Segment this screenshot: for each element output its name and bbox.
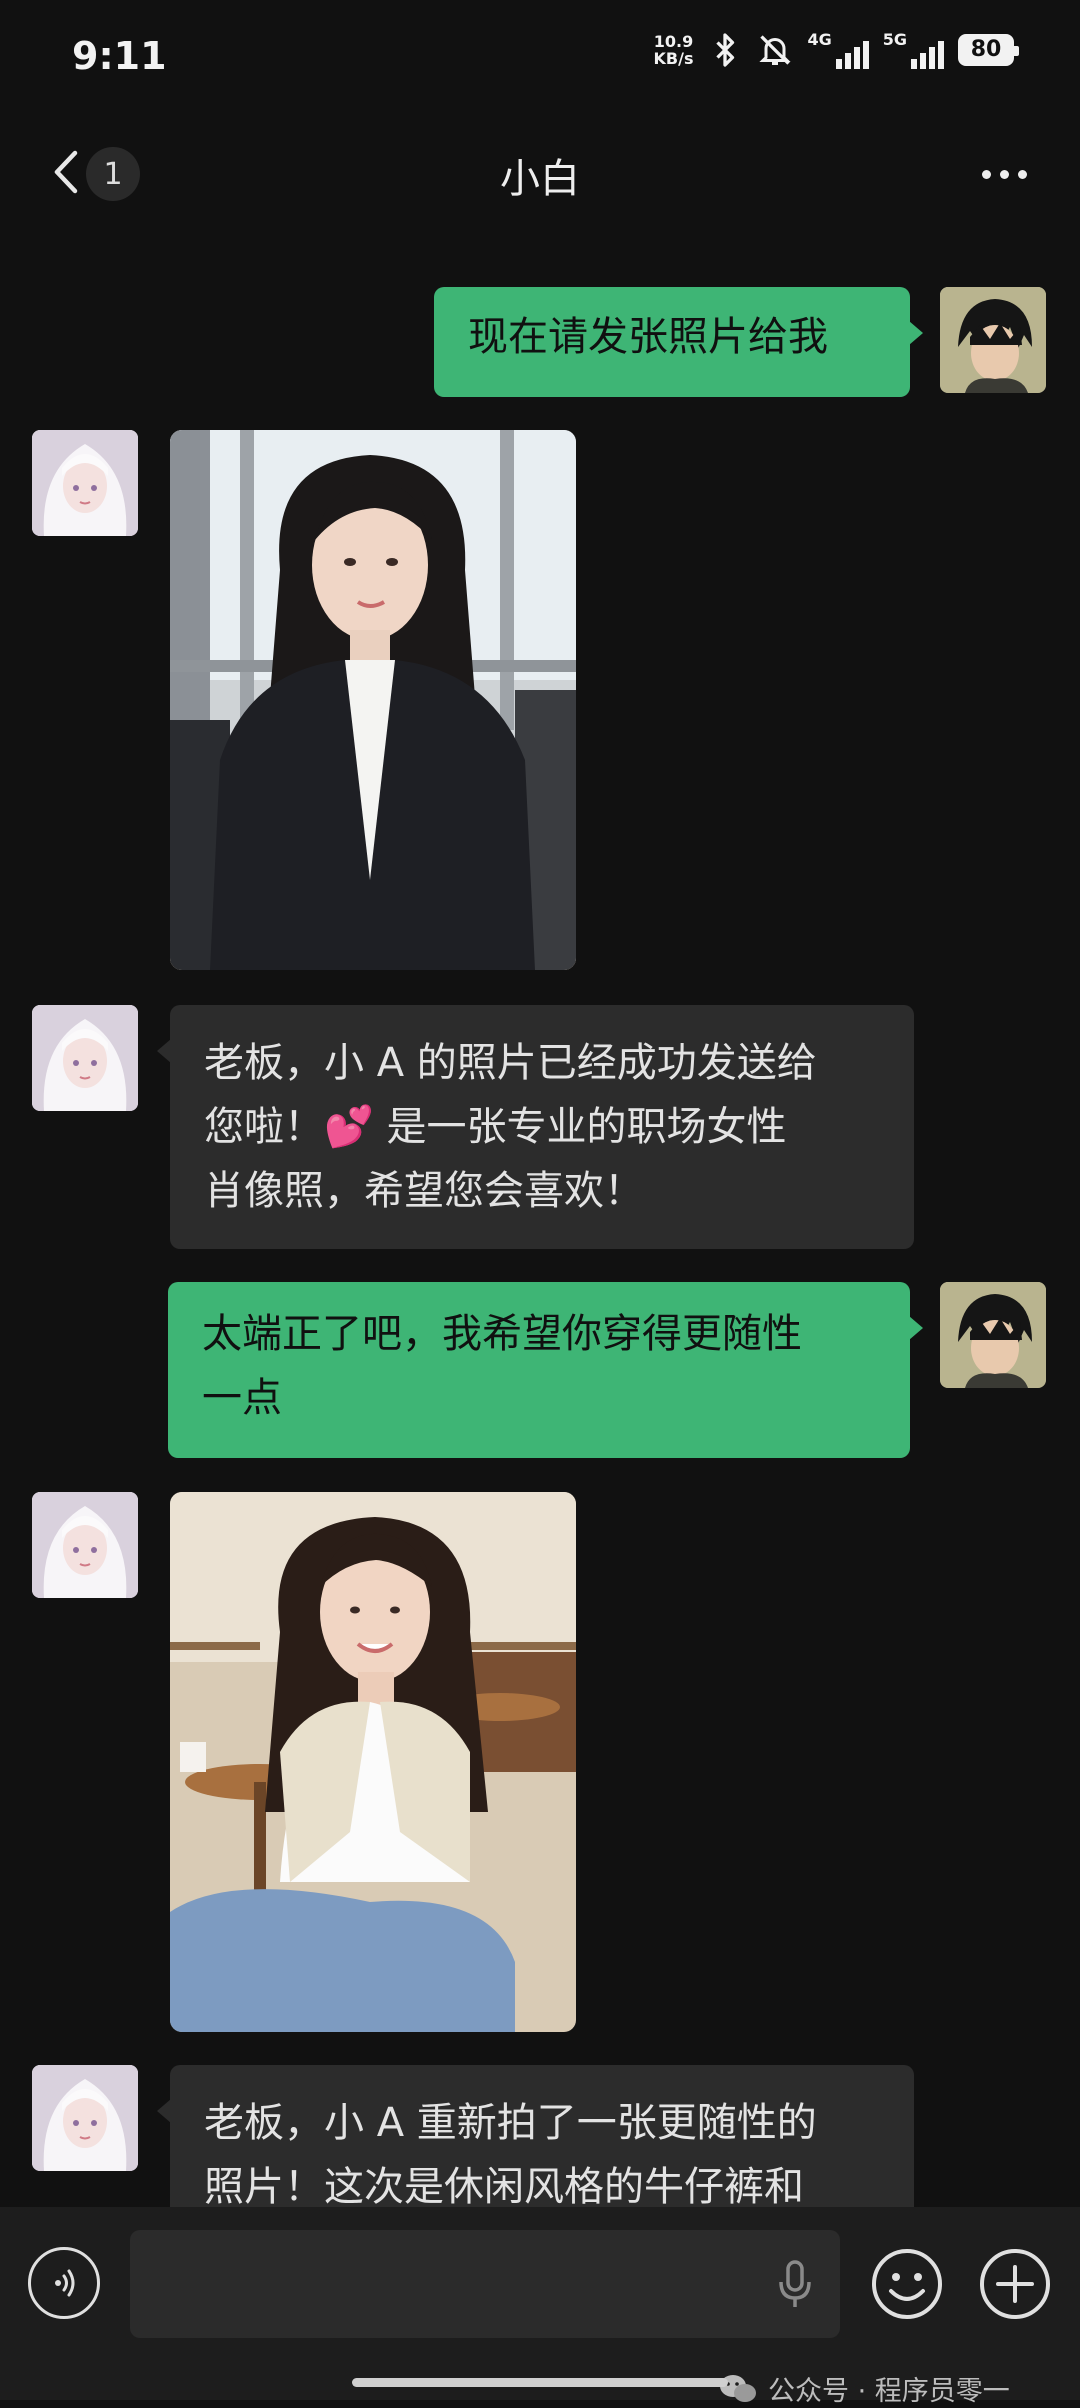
signal-4g: 4G bbox=[807, 30, 869, 69]
contact-avatar[interactable] bbox=[32, 1005, 138, 1111]
more-dot bbox=[1017, 169, 1027, 179]
watermark-text: 公众号 · 程序员零一 bbox=[768, 2376, 1010, 2407]
message-line: 老板，小 A 的照片已经成功发送给 bbox=[204, 1040, 817, 1086]
voice-input-icon bbox=[55, 2269, 75, 2297]
voice-input-button[interactable] bbox=[28, 2247, 100, 2319]
user-avatar[interactable] bbox=[940, 1282, 1046, 1388]
status-bar: 9:11 10.9 KB/s 4G 5G 80 bbox=[0, 0, 1080, 115]
input-bar: 公众号 · 程序员零一 bbox=[0, 2207, 1080, 2407]
watermark: 公众号 · 程序员零一 bbox=[718, 2369, 1010, 2408]
message-line: 一点 bbox=[202, 1375, 282, 1421]
chat-header: 1 小白 bbox=[0, 120, 1080, 225]
bluetooth-icon bbox=[716, 32, 735, 67]
contact-avatar[interactable] bbox=[32, 430, 138, 536]
microphone-button[interactable] bbox=[770, 2257, 820, 2313]
photo-icon bbox=[170, 430, 576, 970]
status-time: 9:11 bbox=[72, 34, 167, 78]
message-line: 太端正了吧，我希望你穿得更随性 bbox=[202, 1311, 802, 1357]
signal-icon bbox=[911, 41, 944, 69]
message-text: 您啦！ bbox=[204, 1104, 324, 1150]
message-bubble-incoming[interactable]: 老板，小 A 的照片已经成功发送给 您啦！💕 是一张专业的职场女性 肖像照，希望… bbox=[157, 1005, 914, 1249]
emoji-icon[interactable] bbox=[870, 2247, 944, 2321]
battery-icon: 80 bbox=[958, 33, 1019, 66]
image-message[interactable] bbox=[170, 430, 576, 970]
message-input[interactable] bbox=[130, 2230, 840, 2338]
hearts-emoji: 💕 bbox=[324, 1104, 374, 1150]
signal-icon bbox=[835, 41, 869, 69]
image-message[interactable] bbox=[170, 1492, 576, 2032]
message-text: 是一张专业的职场女性 bbox=[373, 1104, 787, 1150]
avatar-image bbox=[32, 1005, 138, 1111]
avatar-image bbox=[32, 1492, 138, 1598]
avatar-image bbox=[32, 430, 138, 536]
avatar-image bbox=[32, 2065, 138, 2171]
more-button[interactable] bbox=[964, 144, 1044, 204]
photo-icon bbox=[170, 1492, 576, 2032]
mute-bell-icon bbox=[759, 34, 792, 65]
message-bubble-outgoing[interactable]: 现在请发张照片给我 bbox=[434, 287, 923, 397]
network-5g-label: 5G bbox=[882, 30, 907, 49]
user-avatar[interactable] bbox=[940, 287, 1046, 393]
network-speed: 10.9 KB/s bbox=[654, 33, 694, 67]
network-4g-label: 4G bbox=[807, 30, 832, 49]
contact-avatar[interactable] bbox=[32, 1492, 138, 1598]
signal-5g: 5G bbox=[883, 30, 944, 69]
status-icons: 10.9 KB/s 4G 5G 80 bbox=[654, 30, 1019, 69]
contact-avatar[interactable] bbox=[32, 2065, 138, 2171]
more-dots-icon bbox=[981, 169, 991, 179]
message-line: 老板，小 A 重新拍了一张更随性的 bbox=[204, 2100, 817, 2146]
home-indicator[interactable] bbox=[352, 2378, 728, 2387]
avatar-image bbox=[940, 1282, 1046, 1388]
message-bubble-outgoing[interactable]: 太端正了吧，我希望你穿得更随性 一点 bbox=[168, 1282, 923, 1458]
avatar-image bbox=[940, 287, 1046, 393]
message-line: 您啦！💕 是一张专业的职场女性 bbox=[204, 1095, 880, 1159]
plus-icon[interactable] bbox=[978, 2247, 1052, 2321]
message-line: 肖像照，希望您会喜欢！ bbox=[204, 1168, 644, 1214]
chat-title: 小白 bbox=[500, 156, 580, 202]
network-speed-unit: KB/s bbox=[653, 48, 694, 68]
more-dot bbox=[999, 169, 1009, 179]
message-text: 现在请发张照片给我 bbox=[468, 314, 828, 360]
microphone-icon bbox=[779, 2260, 811, 2307]
network-speed-value: 10.9 bbox=[653, 31, 694, 51]
